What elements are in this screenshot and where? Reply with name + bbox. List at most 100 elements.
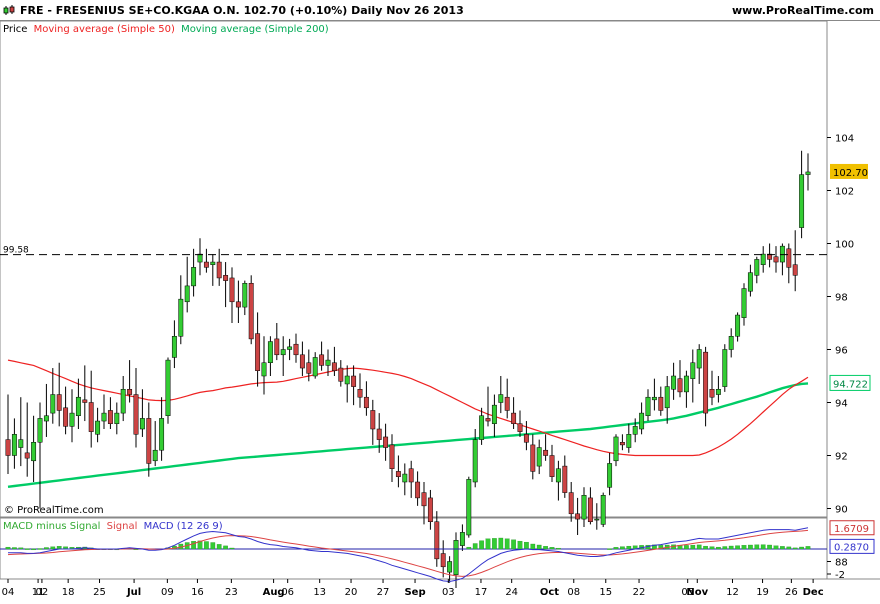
candle-body [773, 256, 779, 263]
candle-body [197, 253, 203, 263]
macd-hist-bar [498, 537, 504, 550]
candle-body [101, 412, 107, 422]
macd-hist-bar [504, 538, 510, 550]
time-tick-label: 05 [681, 587, 694, 598]
macd-hist-bar [767, 544, 772, 550]
price-legend-label: Price [3, 24, 27, 35]
chart-type-icon [3, 5, 15, 15]
candle-body [376, 428, 382, 440]
candle-body [568, 492, 574, 515]
macd-hist-bar [472, 543, 478, 550]
time-tick-label: 04 [2, 587, 15, 598]
candle-body [139, 418, 145, 430]
chart-header: FRE - FRESENIUS SE+CO.KGAA O.N. 102.70 (… [0, 0, 880, 21]
time-tick-label: 06 [281, 587, 294, 598]
candle-body [427, 497, 433, 522]
macd-hist-bar [50, 546, 56, 550]
macd-hist-bar [31, 548, 36, 551]
candle-body [261, 362, 267, 377]
candle-body [754, 259, 760, 276]
candle-body [600, 495, 606, 525]
candle-body [248, 283, 254, 340]
candle-body [287, 346, 293, 350]
time-tick-label: 08 [567, 587, 580, 598]
candle-body [178, 298, 184, 337]
macd-hist-bar [690, 544, 696, 550]
candle-body [562, 465, 568, 493]
time-tick-label: 15 [599, 587, 612, 598]
candle-body [664, 386, 670, 409]
candle-body [792, 264, 798, 276]
candle-body [18, 439, 24, 448]
chart-frame: 99.58 88 90 92 94 96 98 100 102 104 102.70 94.722 … [0, 20, 880, 600]
time-tick-label: 22 [633, 587, 646, 598]
candle-body [344, 375, 350, 385]
candle-body [555, 468, 561, 483]
candle-body [587, 497, 593, 522]
candle-body [511, 412, 517, 424]
macd-hist-bar [44, 547, 49, 550]
macd-hist-bar [780, 546, 785, 550]
macd-hist-bar [24, 548, 30, 550]
candle-body [408, 468, 414, 483]
candle-body [523, 434, 529, 443]
candle-body [581, 495, 587, 520]
macd-hist-bar [485, 538, 491, 550]
candle-body [370, 410, 376, 430]
ma50-legend: Moving average (Simple 50) [34, 24, 175, 35]
candle-body [434, 521, 440, 560]
macd-hist-legend: MACD minus Signal [3, 521, 100, 532]
candle-body [498, 394, 504, 403]
candle-body [683, 375, 689, 393]
time-tick-label: Sep [404, 587, 425, 598]
candle-body [5, 439, 11, 456]
website-label[interactable]: www.ProRealTime.com [732, 4, 874, 17]
time-tick-label: 02 [36, 587, 49, 598]
macd-hist-bar [613, 547, 619, 550]
candle-body [319, 354, 325, 366]
macd-hist-bar [607, 548, 612, 550]
candle-body [351, 375, 357, 387]
candle-body [389, 444, 395, 469]
price-legend: Price Moving average (Simple 50) Moving … [3, 24, 329, 35]
candle-body [543, 449, 549, 456]
candle-body [37, 418, 43, 443]
macd-hist-bar [37, 548, 43, 550]
candle-body [658, 396, 664, 411]
candle-body [210, 261, 216, 265]
candle-body [760, 253, 766, 265]
time-tick-label: 16 [191, 587, 204, 598]
macd-hist-bar [466, 546, 472, 550]
ma200-legend: Moving average (Simple 200) [181, 24, 329, 35]
time-tick-label: 26 [785, 587, 798, 598]
candle-body [184, 285, 190, 303]
candle-body [31, 442, 37, 462]
candle-body [735, 314, 741, 337]
candle-body [440, 553, 446, 568]
macd-hist-bar [18, 547, 24, 550]
candle-body [619, 442, 625, 446]
macd-hist-bar [684, 545, 689, 550]
hist-tag-text: 0.2870 [834, 542, 869, 553]
candle-body [43, 415, 49, 422]
candle-body [50, 394, 56, 414]
macd-hist-bar [5, 546, 11, 550]
candle-body [504, 396, 510, 411]
candle-body [255, 333, 261, 371]
macd-hist-bar [728, 545, 734, 550]
candle-body [216, 261, 222, 279]
macd-hist-bar [696, 544, 702, 550]
macd-hist-bar [536, 544, 542, 550]
candle-body [127, 389, 133, 395]
macd-hist-bar [524, 541, 529, 550]
candle-body [607, 463, 613, 488]
time-tick-label: 23 [225, 587, 238, 598]
candle-body [171, 336, 177, 358]
candle-body [632, 426, 638, 435]
chart-title: FRE - FRESENIUS SE+CO.KGAA O.N. 102.70 (… [20, 4, 464, 17]
candle-body [626, 434, 632, 448]
macd-line-legend: MACD (12 26 9) [144, 521, 223, 532]
candle-body [677, 378, 683, 393]
time-tick-label: 12 [726, 587, 739, 598]
price-tick-label: 90 [835, 505, 848, 516]
